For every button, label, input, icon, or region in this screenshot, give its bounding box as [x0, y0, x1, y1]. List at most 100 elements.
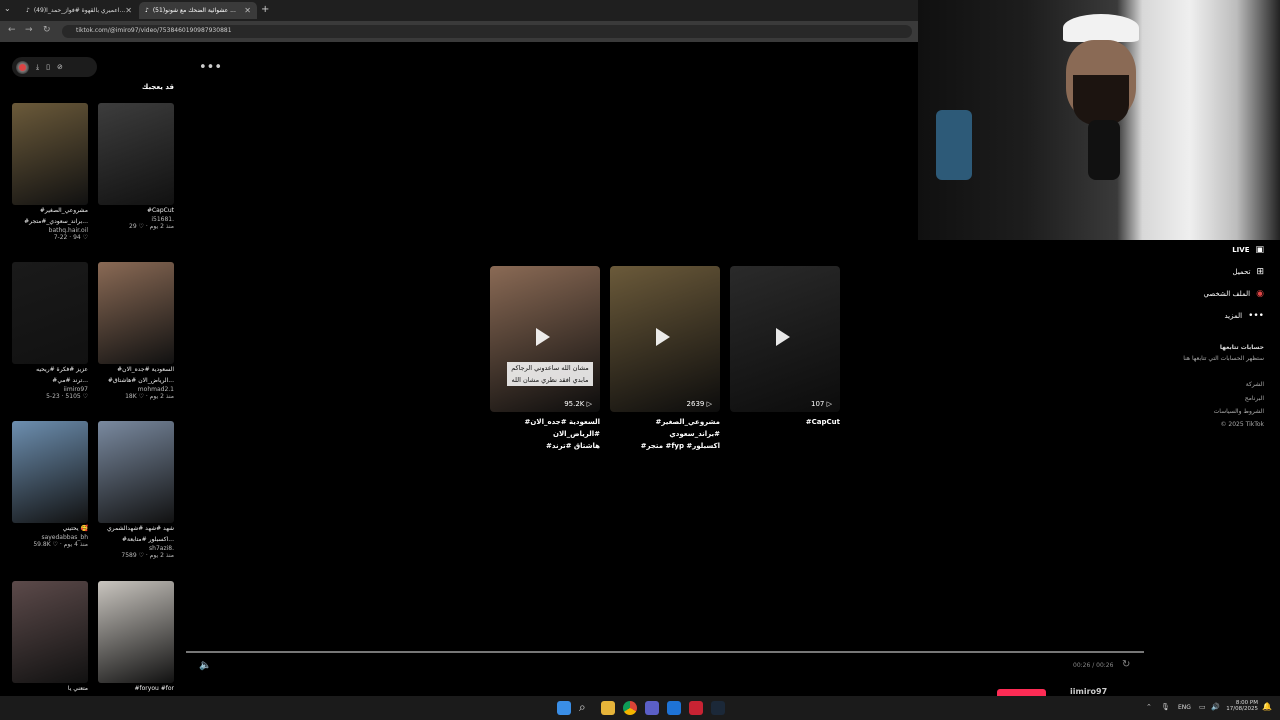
- video-caption: #foryou #for: [134, 685, 175, 692]
- app-icon[interactable]: [689, 701, 703, 715]
- notification-icon[interactable]: 🔔: [1262, 702, 1272, 711]
- video-author[interactable]: mohmad2.1: [98, 386, 174, 393]
- browser-tab-2[interactable]: ♪ (51)عشوائية الضحك مع شونو ... ✕: [139, 2, 257, 19]
- outlook-icon[interactable]: [667, 701, 681, 715]
- video-thumbnail[interactable]: مشان الله ساعدوني الرجاكم مابدي افقد نظر…: [490, 266, 600, 412]
- search-icon[interactable]: ⌕: [579, 700, 586, 715]
- play-icon[interactable]: [776, 328, 790, 346]
- nav-live[interactable]: LIVE ▣: [1232, 245, 1264, 255]
- play-count-icon: ▷: [706, 400, 712, 408]
- recommended-video-card[interactable]: شهد #شهد #شهدالشمري #اكسبلور #متابعة... …: [98, 421, 174, 559]
- view-count-value: 107: [811, 400, 825, 408]
- new-tab-button[interactable]: +: [261, 4, 269, 15]
- block-icon[interactable]: ⊘: [57, 63, 63, 71]
- footer-copyright: © 2025 TikTok: [1220, 421, 1265, 428]
- download-icon[interactable]: ⤓: [36, 63, 39, 72]
- video-author[interactable]: sayedabbas_bh: [12, 534, 88, 541]
- nav-upload[interactable]: تحميل ⊞: [1233, 267, 1264, 277]
- video-author[interactable]: bathq.hair.oil: [12, 227, 88, 234]
- video-meta: 18K ♡ · منذ 2 يوم: [125, 393, 174, 400]
- related-video-card[interactable]: 2639 ▷ #مشروعي_الصغير #براند_سعودي #متجر…: [610, 266, 720, 452]
- creator-avatar[interactable]: [16, 60, 29, 74]
- recommended-video-card[interactable]: متعني يا: [12, 581, 88, 694]
- forward-icon[interactable]: →: [25, 25, 33, 35]
- video-caption: #CapCut: [146, 207, 174, 214]
- tab-list-chevron-icon[interactable]: ⌄: [4, 4, 11, 13]
- video-thumbnail[interactable]: [98, 103, 174, 205]
- recommended-video-card[interactable]: يحتيني 🥰 sayedabbas_bh 59.8K ♡ · منذ 4 ي…: [12, 421, 88, 548]
- back-icon[interactable]: ←: [8, 25, 16, 35]
- video-toolbar: ⤓ ▯ ⊘: [12, 57, 97, 77]
- reload-icon[interactable]: ↻: [43, 25, 51, 35]
- footer-terms[interactable]: الشروط والسياسات: [1214, 408, 1264, 415]
- video-thumbnail[interactable]: [98, 421, 174, 523]
- file-explorer-icon[interactable]: [601, 701, 615, 715]
- recommended-video-card[interactable]: #مشروعي_الصغير #براند_سعودي_#متجر... bat…: [12, 103, 88, 241]
- profile-avatar-icon: ◉: [1256, 289, 1264, 299]
- video-caption: #السعودية #جده_الان: [117, 366, 174, 373]
- video-caption-line2: #براند_سعودي_#متجر...: [24, 218, 88, 225]
- footer-program[interactable]: البرنامج: [1245, 395, 1264, 402]
- recommended-video-card[interactable]: عزيز #فكرة #ريحيه #ترند #مي... iimiro97 …: [12, 262, 88, 400]
- recommended-video-card[interactable]: #CapCut i51681. 29 ♡ · منذ 2 يوم: [98, 103, 174, 230]
- video-thumbnail[interactable]: [98, 581, 174, 683]
- play-icon[interactable]: [536, 328, 550, 346]
- volume-icon[interactable]: 🔈: [199, 660, 211, 671]
- video-caption: يحتيني 🥰: [62, 525, 88, 532]
- streamer-cap: [1063, 14, 1139, 42]
- nav-profile[interactable]: الملف الشخصي ◉: [1203, 289, 1264, 299]
- recommended-video-card[interactable]: #foryou #for: [98, 581, 174, 694]
- network-icon[interactable]: ▭: [1199, 703, 1206, 711]
- related-video-card[interactable]: مشان الله ساعدوني الرجاكم مابدي افقد نظر…: [490, 266, 600, 452]
- follow-button[interactable]: [997, 689, 1046, 696]
- video-overlay-text: مشان الله ساعدوني الرجاكم مابدي افقد نظر…: [507, 362, 593, 386]
- video-thumbnail[interactable]: 2639 ▷: [610, 266, 720, 412]
- browser-tab-1[interactable]: ♪ (49)اعميري بالقهوة #فواز_حمد_ا... ✕: [20, 2, 138, 19]
- tray-chevron-icon[interactable]: ⌃: [1146, 703, 1152, 711]
- video-thumbnail[interactable]: [12, 421, 88, 523]
- recommended-video-card[interactable]: #السعودية #جده_الان #الرياض_الان #هاشتاق…: [98, 262, 174, 400]
- view-count: 107 ▷: [811, 400, 832, 408]
- more-icon: •••: [1248, 311, 1264, 321]
- video-author[interactable]: i51681.: [98, 216, 174, 223]
- video-author[interactable]: sh7azi8.: [98, 545, 174, 552]
- view-count: 2639 ▷: [687, 400, 712, 408]
- start-icon[interactable]: [557, 701, 571, 715]
- video-caption: عزيز #فكرة #ريحيه: [36, 366, 88, 373]
- related-video-card[interactable]: 107 ▷ #CapCut: [730, 266, 840, 428]
- video-caption-line2: #اكسبلور #متابعة...: [121, 536, 174, 543]
- close-tab-icon[interactable]: ✕: [244, 6, 251, 15]
- video-caption: متعني يا: [67, 685, 88, 692]
- close-tab-icon[interactable]: ✕: [125, 6, 132, 15]
- phone-icon[interactable]: ▯: [46, 63, 50, 71]
- nav-profile-label: الملف الشخصي: [1203, 290, 1251, 298]
- teams-icon[interactable]: [645, 701, 659, 715]
- url-input[interactable]: tiktok.com/@imiro97/video/75384601909879…: [62, 25, 912, 38]
- view-count: 95.2K ▷: [564, 400, 592, 408]
- video-caption: #السعودية #جده_الان #الرياض_الان: [524, 418, 600, 438]
- volume-tray-icon[interactable]: 🔊: [1211, 703, 1220, 711]
- clock[interactable]: 8:00 PM 17/08/2025: [1226, 700, 1258, 712]
- account-name[interactable]: iimiro97: [1070, 687, 1107, 696]
- progress-bar[interactable]: [186, 651, 1144, 653]
- tab-label: (51)عشوائية الضحك مع شونو ...: [152, 7, 236, 14]
- video-thumbnail[interactable]: 107 ▷: [730, 266, 840, 412]
- nav-more[interactable]: المزيد •••: [1224, 311, 1264, 321]
- language-indicator[interactable]: ENG: [1178, 704, 1191, 711]
- video-caption-line2: #ترند #مي...: [52, 377, 88, 384]
- you-may-like-title: قد يعجبك: [141, 83, 174, 91]
- replay-icon[interactable]: ↻: [1122, 659, 1130, 670]
- footer-company[interactable]: الشركة: [1246, 381, 1264, 388]
- steam-icon[interactable]: [711, 701, 725, 715]
- video-thumbnail[interactable]: [12, 103, 88, 205]
- video-thumbnail[interactable]: [12, 581, 88, 683]
- live-icon: ▣: [1255, 245, 1264, 255]
- video-thumbnail[interactable]: [12, 262, 88, 364]
- chrome-icon[interactable]: [623, 701, 637, 715]
- video-caption: #مشروعي_الصغير #براند_سعودي: [655, 418, 721, 438]
- video-author[interactable]: iimiro97: [12, 386, 89, 393]
- microphone-tray-icon[interactable]: 🎙: [1161, 703, 1170, 711]
- more-options-button[interactable]: •••: [199, 60, 222, 75]
- play-icon[interactable]: [656, 328, 670, 346]
- video-thumbnail[interactable]: [98, 262, 174, 364]
